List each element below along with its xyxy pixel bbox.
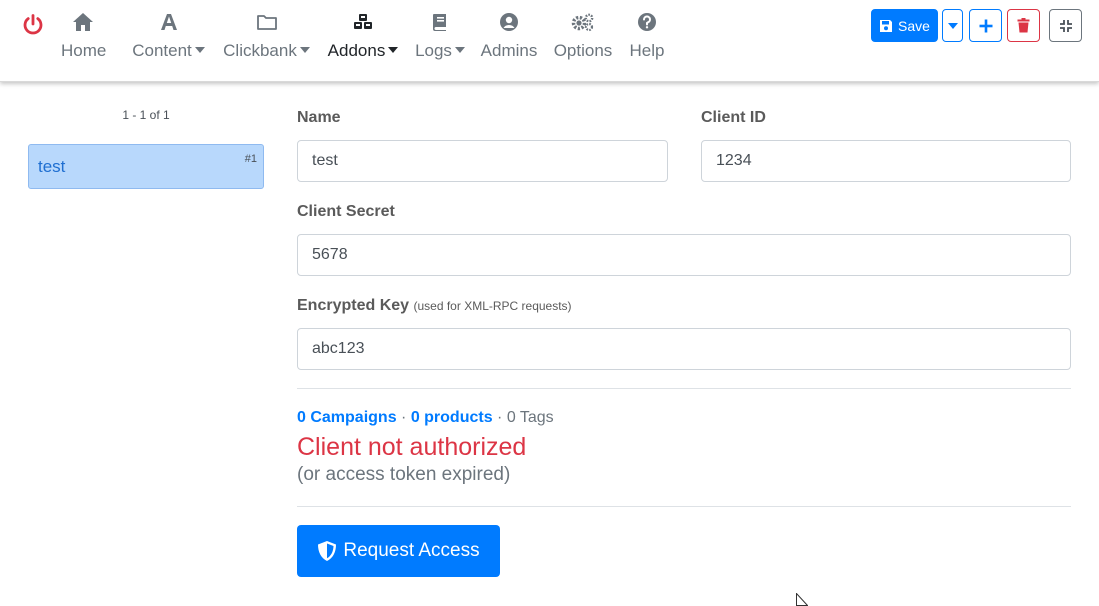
- nav-logs-label: Logs: [415, 41, 452, 60]
- stats-line: 0 Campaigns · 0 products · 0 Tags: [297, 409, 554, 427]
- chevron-down-icon: [388, 47, 399, 53]
- save-options-dropdown-button[interactable]: [942, 9, 963, 42]
- save-button-label: Save: [898, 17, 930, 34]
- stats-separator: ·: [396, 409, 411, 426]
- nav-clickbank-label: Clickbank: [223, 41, 297, 60]
- nav-home[interactable]: Home: [61, 12, 107, 68]
- chevron-down-icon: [194, 47, 205, 53]
- compress-icon: [1059, 19, 1073, 33]
- nav-options[interactable]: Options: [553, 12, 613, 68]
- nav-home-label: Home: [61, 41, 107, 60]
- floppy-disk-icon: [879, 19, 893, 33]
- nav-options-label: Options: [553, 41, 613, 60]
- divider: [297, 388, 1071, 389]
- add-button[interactable]: [969, 9, 1002, 42]
- font-icon: [131, 12, 206, 36]
- nav-admins-label: Admins: [480, 41, 538, 60]
- divider: [297, 506, 1071, 507]
- book-icon: [415, 12, 465, 36]
- name-input[interactable]: [297, 140, 668, 182]
- chevron-down-icon: [299, 47, 310, 53]
- auth-status-title: Client not authorized: [297, 433, 527, 461]
- pagination-info: 1 - 1 of 1: [122, 108, 170, 122]
- trash-icon: [1017, 18, 1030, 33]
- nav-clickbank[interactable]: Clickbank: [222, 12, 311, 68]
- save-button[interactable]: Save: [871, 9, 938, 42]
- encrypted-key-input[interactable]: [297, 328, 1071, 370]
- nav-addons[interactable]: Addons: [327, 12, 399, 68]
- compress-button[interactable]: [1049, 9, 1082, 42]
- campaigns-link[interactable]: 0 Campaigns: [297, 409, 397, 426]
- client-id-input[interactable]: [701, 140, 1071, 182]
- request-access-button[interactable]: Request Access: [297, 525, 500, 577]
- name-label: Name: [297, 109, 341, 126]
- mouse-cursor-icon: [796, 592, 809, 606]
- user-circle-icon: [480, 12, 538, 36]
- list-item-number: #1: [244, 153, 257, 165]
- shield-icon: [317, 540, 337, 562]
- encrypted-key-hint: (used for XML-RPC requests): [413, 299, 572, 313]
- list-item[interactable]: test #1: [28, 144, 264, 189]
- encrypted-key-label: Encrypted Key (used for XML-RPC requests…: [297, 297, 572, 315]
- home-icon: [61, 12, 105, 36]
- products-link[interactable]: 0 products: [411, 409, 493, 426]
- nav-help-label: Help: [629, 41, 665, 60]
- plus-icon: [979, 19, 993, 33]
- nav-content-label: Content: [132, 41, 192, 60]
- cubes-icon: [327, 12, 399, 36]
- chevron-down-icon: [454, 47, 465, 53]
- delete-button[interactable]: [1007, 9, 1040, 42]
- client-secret-input[interactable]: [297, 234, 1071, 276]
- nav-logs[interactable]: Logs: [415, 12, 465, 68]
- nav-help[interactable]: Help: [629, 12, 665, 68]
- encrypted-key-label-text: Encrypted Key: [297, 297, 410, 314]
- stats-separator: ·: [492, 409, 507, 426]
- client-secret-label: Client Secret: [297, 203, 395, 220]
- chevron-down-icon: [947, 22, 958, 29]
- question-circle-icon: [629, 12, 665, 36]
- list-item-name: test: [38, 157, 66, 176]
- auth-status-subtitle: (or access token expired): [297, 464, 511, 485]
- request-access-label: Request Access: [343, 540, 480, 561]
- nav-addons-label: Addons: [327, 41, 386, 60]
- folder-icon: [222, 12, 311, 36]
- power-icon[interactable]: [21, 13, 45, 37]
- nav-content[interactable]: Content: [131, 12, 206, 68]
- nav-admins[interactable]: Admins: [480, 12, 538, 68]
- tags-count: 0 Tags: [506, 409, 554, 426]
- cogs-icon: [553, 12, 613, 36]
- top-navbar: Home Content Clickbank Addons Logs Admin…: [0, 0, 1099, 82]
- client-id-label: Client ID: [701, 109, 766, 126]
